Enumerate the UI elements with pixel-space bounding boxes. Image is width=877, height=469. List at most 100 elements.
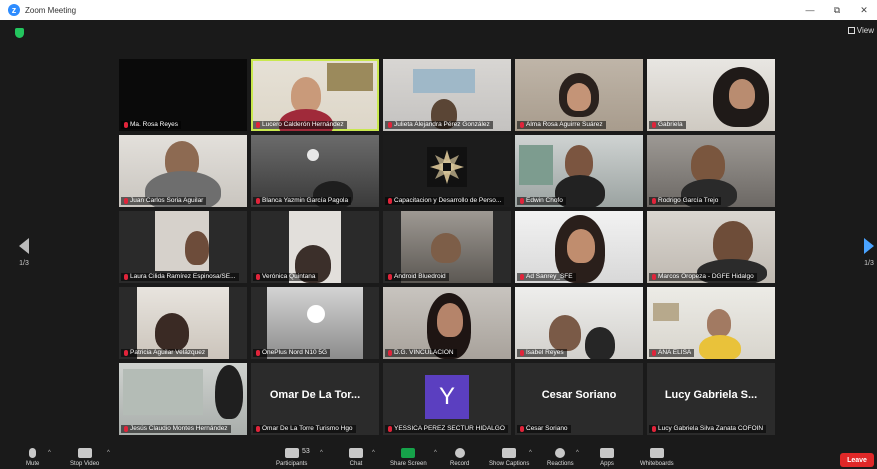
audio-options-chevron-icon[interactable]: ^: [48, 450, 51, 456]
background-painting: [327, 63, 373, 91]
video-tile[interactable]: Ma. Rosa Reyes: [119, 59, 247, 131]
video-tile-no-video[interactable]: Omar De La Tor... Omar De La Torre Turis…: [251, 363, 379, 435]
ceiling-light: [307, 305, 325, 323]
chat-options-chevron-icon[interactable]: ^: [372, 450, 375, 456]
wall-picture: [653, 303, 679, 321]
meeting-toolbar: Mute ^ Stop Video ^ Participants 53 ^ Ch…: [0, 445, 877, 469]
participant-name: D.G. VINCULACION: [385, 349, 457, 357]
muted-mic-icon: [256, 274, 260, 280]
show-captions-button[interactable]: Show Captions: [489, 448, 529, 467]
security-shield-icon[interactable]: [15, 28, 24, 38]
muted-mic-icon: [652, 274, 656, 280]
mute-label: Mute: [26, 461, 40, 467]
video-tile-no-video[interactable]: Y YESSICA PEREZ SECTUR HIDALGO: [383, 363, 511, 435]
share-screen-button[interactable]: Share Screen: [390, 448, 427, 467]
participants-label: Participants: [276, 461, 308, 467]
muted-mic-icon: [124, 122, 128, 128]
video-tile[interactable]: Blanca Yazmin García Pagola: [251, 135, 379, 207]
reactions-label: Reactions: [547, 461, 574, 467]
share-screen-arrow-icon: [401, 448, 416, 458]
muted-mic-icon: [388, 350, 392, 356]
title-bar: z Zoom Meeting — ⧉ ✕: [0, 0, 877, 20]
video-options-chevron-icon[interactable]: ^: [107, 450, 110, 456]
video-tile[interactable]: Laura Cilida Ramírez Espinosa/SE...: [119, 211, 247, 283]
video-tile[interactable]: Juan Carlos Soria Aguilar: [119, 135, 247, 207]
video-tile-no-video[interactable]: Cesar Soriano Cesar Soriano: [515, 363, 643, 435]
participant-name: Edwin Chofo: [517, 197, 566, 205]
view-button[interactable]: View: [847, 26, 874, 35]
video-tile[interactable]: Android Bluedroid: [383, 211, 511, 283]
participant-name: Verónica Quintana: [253, 273, 319, 281]
whiteboard-icon: [649, 448, 664, 458]
video-tile-no-video[interactable]: Lucy Gabriela S... Lucy Gabriela Silva Z…: [647, 363, 775, 435]
zoom-logo-icon: z: [8, 4, 20, 16]
video-tile[interactable]: Alma Rosa Aguirre Suárez: [515, 59, 643, 131]
meeting-stage: View 1/3 1/3 Ma. Rosa Reyes Lucero Calde…: [0, 20, 877, 445]
video-tile[interactable]: D.G. VINCULACION: [383, 287, 511, 359]
video-tile[interactable]: Patricia Aguilar Velázquez: [119, 287, 247, 359]
video-tile-active-speaker[interactable]: Lucero Calderón Hernández: [251, 59, 379, 131]
muted-mic-icon: [388, 274, 392, 280]
page-indicator-right: 1/3: [864, 260, 874, 267]
video-tile[interactable]: Jesús Claudio Montes Hernández: [119, 363, 247, 435]
muted-mic-icon: [124, 350, 128, 356]
video-tile[interactable]: ANA ELISA: [647, 287, 775, 359]
chat-button[interactable]: Chat: [349, 448, 363, 467]
ceiling-light: [307, 149, 319, 161]
close-button[interactable]: ✕: [851, 0, 877, 20]
stop-video-label: Stop Video: [70, 461, 100, 467]
participant-name: OnePlus Nord N10 5G: [253, 349, 331, 357]
muted-mic-icon: [652, 426, 656, 432]
muted-mic-icon: [388, 198, 392, 204]
participant-video: [185, 231, 209, 265]
video-tile[interactable]: Gabriela: [647, 59, 775, 131]
whiteboards-button[interactable]: Whiteboards: [640, 448, 674, 467]
participant-face: [567, 83, 591, 111]
reactions-options-chevron-icon[interactable]: ^: [576, 450, 579, 456]
previous-page-button[interactable]: 1/3: [15, 238, 33, 267]
participant-name: Omar De La Torre Turismo Hgo: [253, 425, 356, 433]
video-tile[interactable]: Capacitacion y Desarrollo de Perso...: [383, 135, 511, 207]
muted-mic-icon: [652, 122, 656, 128]
participant-video: [155, 313, 189, 351]
participant-name: ANA ELISA: [649, 349, 695, 357]
reactions-button[interactable]: Reactions: [547, 448, 574, 467]
stop-video-button[interactable]: Stop Video: [70, 448, 99, 467]
record-button[interactable]: Record: [450, 448, 469, 467]
participant-display-name: Cesar Soriano: [541, 389, 617, 401]
muted-mic-icon: [124, 198, 128, 204]
video-tile[interactable]: Marcos Oropeza - DGFE Hidalgo: [647, 211, 775, 283]
smiley-icon: [555, 448, 566, 458]
whiteboards-label: Whiteboards: [640, 461, 674, 467]
participant-display-name: Lucy Gabriela S...: [664, 389, 758, 401]
video-tile[interactable]: Ad Sanrey_SFE: [515, 211, 643, 283]
video-tile[interactable]: Julieta Alejandra Pérez González: [383, 59, 511, 131]
participants-icon: [284, 448, 299, 458]
video-tile[interactable]: Rodrigo García Trejo: [647, 135, 775, 207]
video-tile[interactable]: Edwin Chofo: [515, 135, 643, 207]
mute-button[interactable]: Mute: [26, 448, 39, 467]
share-options-chevron-icon[interactable]: ^: [434, 450, 437, 456]
background-map: [413, 69, 475, 93]
participant-name: Android Bluedroid: [385, 273, 449, 281]
muted-mic-icon: [652, 350, 656, 356]
captions-options-chevron-icon[interactable]: ^: [529, 450, 532, 456]
participant-video: [431, 233, 461, 263]
apps-button[interactable]: Apps: [600, 448, 614, 467]
next-page-button[interactable]: 1/3: [860, 238, 877, 267]
participants-options-chevron-icon[interactable]: ^: [320, 450, 323, 456]
video-tile[interactable]: Isabel Reyes: [515, 287, 643, 359]
share-screen-label: Share Screen: [390, 461, 427, 467]
participant-face: [729, 79, 755, 109]
window-title: Zoom Meeting: [25, 5, 77, 15]
minimize-button[interactable]: —: [797, 0, 823, 20]
muted-mic-icon: [388, 122, 392, 128]
maximize-button[interactable]: ⧉: [824, 0, 850, 20]
leave-button[interactable]: Leave: [840, 453, 874, 467]
video-tile[interactable]: Verónica Quintana: [251, 211, 379, 283]
participant-name: Rodrigo García Trejo: [649, 197, 722, 205]
participant-video: [565, 145, 593, 179]
video-tile[interactable]: OnePlus Nord N10 5G: [251, 287, 379, 359]
participant-name: Julieta Alejandra Pérez González: [385, 121, 493, 129]
view-label: View: [856, 26, 874, 35]
